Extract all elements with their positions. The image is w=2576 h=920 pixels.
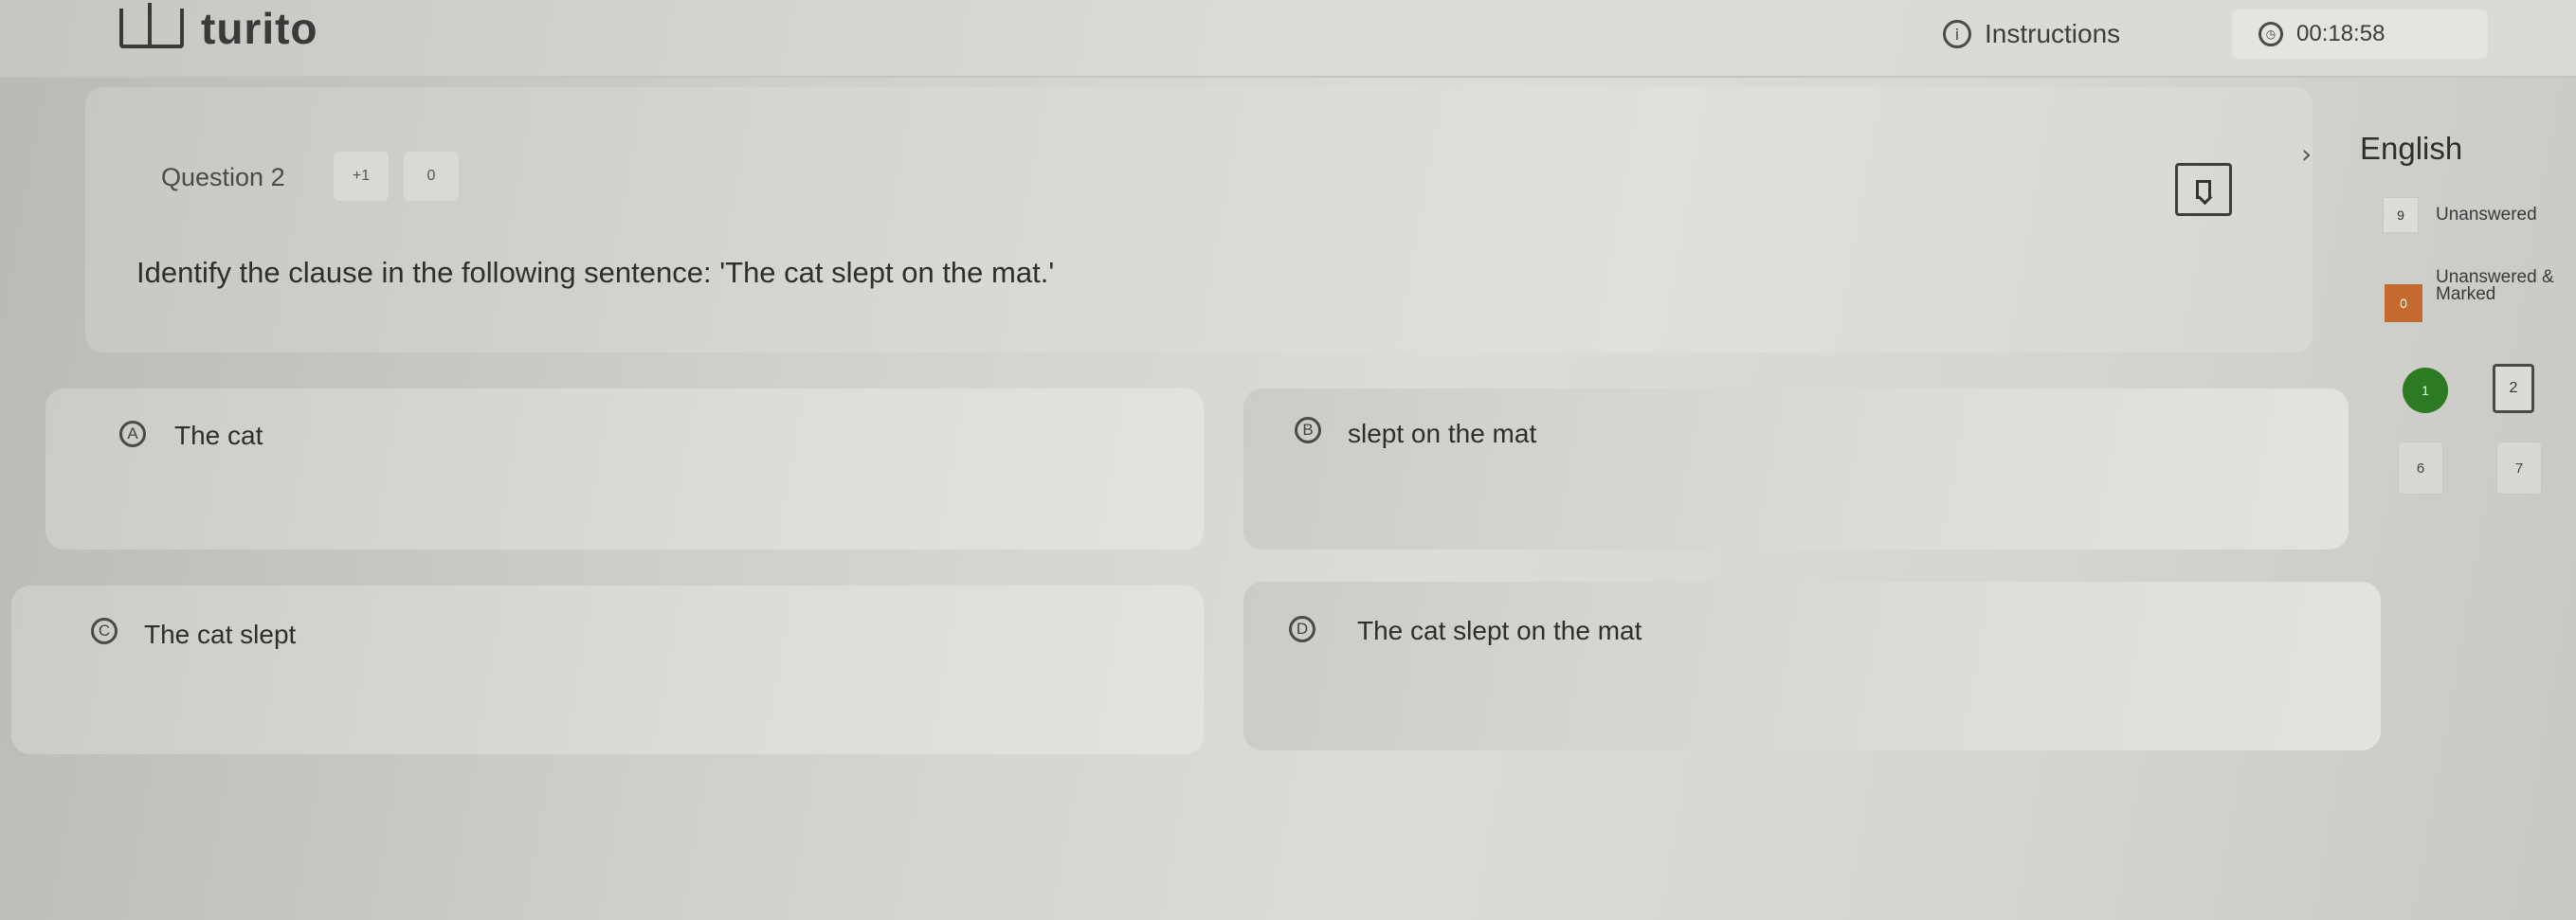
option-a-letter: A <box>119 421 146 447</box>
option-b-letter: B <box>1295 417 1321 443</box>
info-icon: i <box>1943 20 1971 48</box>
palette-question-1[interactable]: 1 <box>2403 368 2448 413</box>
palette-question-6[interactable]: 6 <box>2398 442 2443 495</box>
question-text: Identify the clause in the following sen… <box>136 256 1055 289</box>
marked-label: Marked <box>2436 284 2496 304</box>
question-card: Question 2 +1 0 Identify the clause in t… <box>85 87 2313 352</box>
option-c-letter: C <box>91 618 118 644</box>
palette-question-2[interactable]: 2 <box>2493 364 2534 413</box>
option-a[interactable]: A The cat <box>45 388 1204 550</box>
option-a-text: The cat <box>174 421 263 450</box>
bookmark-icon <box>2196 180 2211 199</box>
negative-marks-badge: 0 <box>404 152 459 201</box>
logo-text: turito <box>201 4 318 53</box>
logo: turito <box>119 3 318 53</box>
marked-count: 0 <box>2385 284 2422 322</box>
book-icon <box>119 3 184 48</box>
language-selector[interactable]: English <box>2360 131 2462 167</box>
option-c-text: The cat slept <box>144 620 297 649</box>
option-b[interactable]: B slept on the mat <box>1243 388 2349 550</box>
option-c[interactable]: C The cat slept <box>11 586 1204 754</box>
timer: ◷ 00:18:58 <box>2232 9 2488 59</box>
option-b-text: slept on the mat <box>1348 419 1537 448</box>
clock-icon: ◷ <box>2259 22 2283 46</box>
question-number: Question 2 <box>161 163 285 191</box>
option-d-letter: D <box>1289 616 1315 642</box>
chevron-right-icon[interactable]: › <box>2301 138 2312 170</box>
bookmark-button[interactable] <box>2175 163 2232 216</box>
instructions-button[interactable]: i Instructions <box>1943 19 2120 49</box>
top-bar: turito i Instructions ◷ 00:18:58 <box>0 0 2576 78</box>
timer-value: 00:18:58 <box>2296 21 2386 46</box>
instructions-label: Instructions <box>1985 19 2121 48</box>
unanswered-label: Unanswered <box>2436 205 2537 225</box>
unanswered-count: 9 <box>2383 197 2419 233</box>
palette-question-7[interactable]: 7 <box>2496 442 2542 495</box>
option-d[interactable]: D The cat slept on the mat <box>1243 582 2381 750</box>
option-d-text: The cat slept on the mat <box>1357 616 1642 645</box>
positive-marks-badge: +1 <box>334 152 389 201</box>
